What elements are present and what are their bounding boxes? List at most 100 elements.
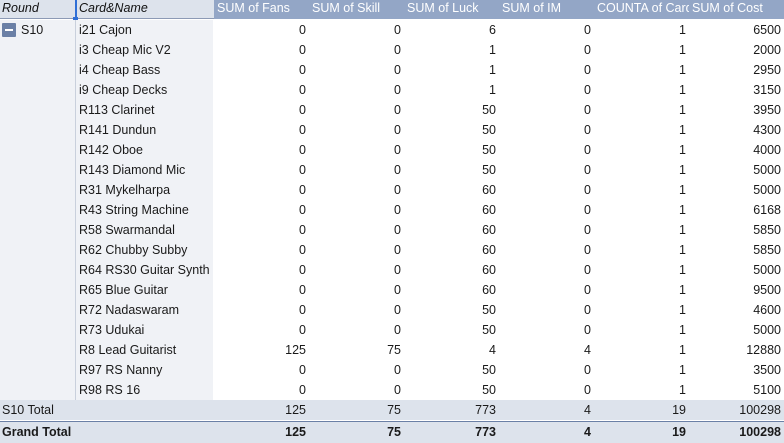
fans-cell[interactable]: 0 (214, 220, 306, 240)
round-field-header[interactable]: Round (0, 0, 75, 19)
im-cell[interactable]: 0 (499, 360, 591, 380)
cost-cell[interactable]: 4300 (689, 120, 781, 140)
cost-cell[interactable]: 6168 (689, 200, 781, 220)
skill-cell[interactable]: 0 (309, 100, 401, 120)
count-cell[interactable]: 1 (594, 260, 686, 280)
skill-cell[interactable]: 0 (309, 120, 401, 140)
luck-cell[interactable]: 50 (404, 160, 496, 180)
skill-cell[interactable]: 0 (309, 60, 401, 80)
count-cell[interactable]: 1 (594, 20, 686, 40)
im-cell[interactable]: 0 (499, 240, 591, 260)
skill-cell[interactable]: 0 (309, 380, 401, 400)
cost-cell[interactable]: 5100 (689, 380, 781, 400)
count-cell[interactable]: 1 (594, 180, 686, 200)
luck-cell[interactable]: 1 (404, 80, 496, 100)
card-name-cell[interactable]: R31 Mykelharpa (79, 180, 212, 200)
skill-cell[interactable]: 0 (309, 360, 401, 380)
fans-cell[interactable]: 0 (214, 140, 306, 160)
skill-cell[interactable]: 0 (309, 140, 401, 160)
fans-cell[interactable]: 0 (214, 120, 306, 140)
count-cell[interactable]: 1 (594, 120, 686, 140)
cost-cell[interactable]: 3500 (689, 360, 781, 380)
luck-cell[interactable]: 50 (404, 120, 496, 140)
cost-cell[interactable]: 2000 (689, 40, 781, 60)
card-name-cell[interactable]: i21 Cajon (79, 20, 212, 40)
fans-cell[interactable]: 0 (214, 380, 306, 400)
skill-cell[interactable]: 0 (309, 160, 401, 180)
card-name-cell[interactable]: R8 Lead Guitarist (79, 340, 212, 360)
card-name-field-header[interactable]: Card&Name (77, 0, 214, 19)
luck-cell[interactable]: 4 (404, 340, 496, 360)
luck-cell[interactable]: 50 (404, 320, 496, 340)
im-cell[interactable]: 0 (499, 380, 591, 400)
luck-cell[interactable]: 50 (404, 100, 496, 120)
im-cell[interactable]: 0 (499, 220, 591, 240)
sum-cost-header[interactable]: SUM of Cost (689, 0, 784, 19)
card-name-cell[interactable]: R43 String Machine (79, 200, 212, 220)
luck-cell[interactable]: 50 (404, 360, 496, 380)
sum-im-header[interactable]: SUM of IM (499, 0, 594, 19)
luck-cell[interactable]: 1 (404, 60, 496, 80)
cost-cell[interactable]: 5000 (689, 320, 781, 340)
card-name-cell[interactable]: R73 Udukai (79, 320, 212, 340)
im-cell[interactable]: 0 (499, 160, 591, 180)
count-cell[interactable]: 1 (594, 240, 686, 260)
cost-cell[interactable]: 12880 (689, 340, 781, 360)
skill-cell[interactable]: 0 (309, 300, 401, 320)
luck-cell[interactable]: 6 (404, 20, 496, 40)
count-cell[interactable]: 1 (594, 40, 686, 60)
fans-cell[interactable]: 0 (214, 60, 306, 80)
card-name-cell[interactable]: i4 Cheap Bass (79, 60, 212, 80)
cost-cell[interactable]: 3150 (689, 80, 781, 100)
cost-cell[interactable]: 5000 (689, 160, 781, 180)
card-name-cell[interactable]: R65 Blue Guitar (79, 280, 212, 300)
count-cell[interactable]: 1 (594, 80, 686, 100)
fans-cell[interactable]: 0 (214, 240, 306, 260)
cost-cell[interactable]: 4600 (689, 300, 781, 320)
count-cell[interactable]: 1 (594, 340, 686, 360)
count-cell[interactable]: 1 (594, 140, 686, 160)
count-cell[interactable]: 1 (594, 320, 686, 340)
luck-cell[interactable]: 60 (404, 280, 496, 300)
counta-card-header[interactable]: COUNTA of Card (594, 0, 689, 19)
im-cell[interactable]: 0 (499, 80, 591, 100)
count-cell[interactable]: 1 (594, 300, 686, 320)
im-cell[interactable]: 0 (499, 200, 591, 220)
cost-cell[interactable]: 3950 (689, 100, 781, 120)
skill-cell[interactable]: 0 (309, 180, 401, 200)
skill-cell[interactable]: 0 (309, 240, 401, 260)
card-name-cell[interactable]: R58 Swarmandal (79, 220, 212, 240)
skill-cell[interactable]: 0 (309, 320, 401, 340)
count-cell[interactable]: 1 (594, 200, 686, 220)
im-cell[interactable]: 0 (499, 40, 591, 60)
im-cell[interactable]: 0 (499, 320, 591, 340)
fans-cell[interactable]: 0 (214, 280, 306, 300)
skill-cell[interactable]: 0 (309, 40, 401, 60)
skill-cell[interactable]: 0 (309, 200, 401, 220)
fans-cell[interactable]: 0 (214, 360, 306, 380)
im-cell[interactable]: 0 (499, 120, 591, 140)
skill-cell[interactable]: 0 (309, 20, 401, 40)
count-cell[interactable]: 1 (594, 60, 686, 80)
cost-cell[interactable]: 6500 (689, 20, 781, 40)
fans-cell[interactable]: 0 (214, 180, 306, 200)
card-name-cell[interactable]: i9 Cheap Decks (79, 80, 212, 100)
card-name-cell[interactable]: R142 Oboe (79, 140, 212, 160)
card-name-cell[interactable]: R141 Dundun (79, 120, 212, 140)
skill-cell[interactable]: 0 (309, 220, 401, 240)
im-cell[interactable]: 0 (499, 300, 591, 320)
fans-cell[interactable]: 125 (214, 340, 306, 360)
count-cell[interactable]: 1 (594, 360, 686, 380)
fans-cell[interactable]: 0 (214, 100, 306, 120)
luck-cell[interactable]: 1 (404, 40, 496, 60)
count-cell[interactable]: 1 (594, 280, 686, 300)
count-cell[interactable]: 1 (594, 380, 686, 400)
luck-cell[interactable]: 60 (404, 220, 496, 240)
cost-cell[interactable]: 2950 (689, 60, 781, 80)
im-cell[interactable]: 0 (499, 280, 591, 300)
card-name-cell[interactable]: R113 Clarinet (79, 100, 212, 120)
card-name-cell[interactable]: R143 Diamond Mic (79, 160, 212, 180)
fans-cell[interactable]: 0 (214, 160, 306, 180)
cost-cell[interactable]: 5850 (689, 240, 781, 260)
cost-cell[interactable]: 9500 (689, 280, 781, 300)
